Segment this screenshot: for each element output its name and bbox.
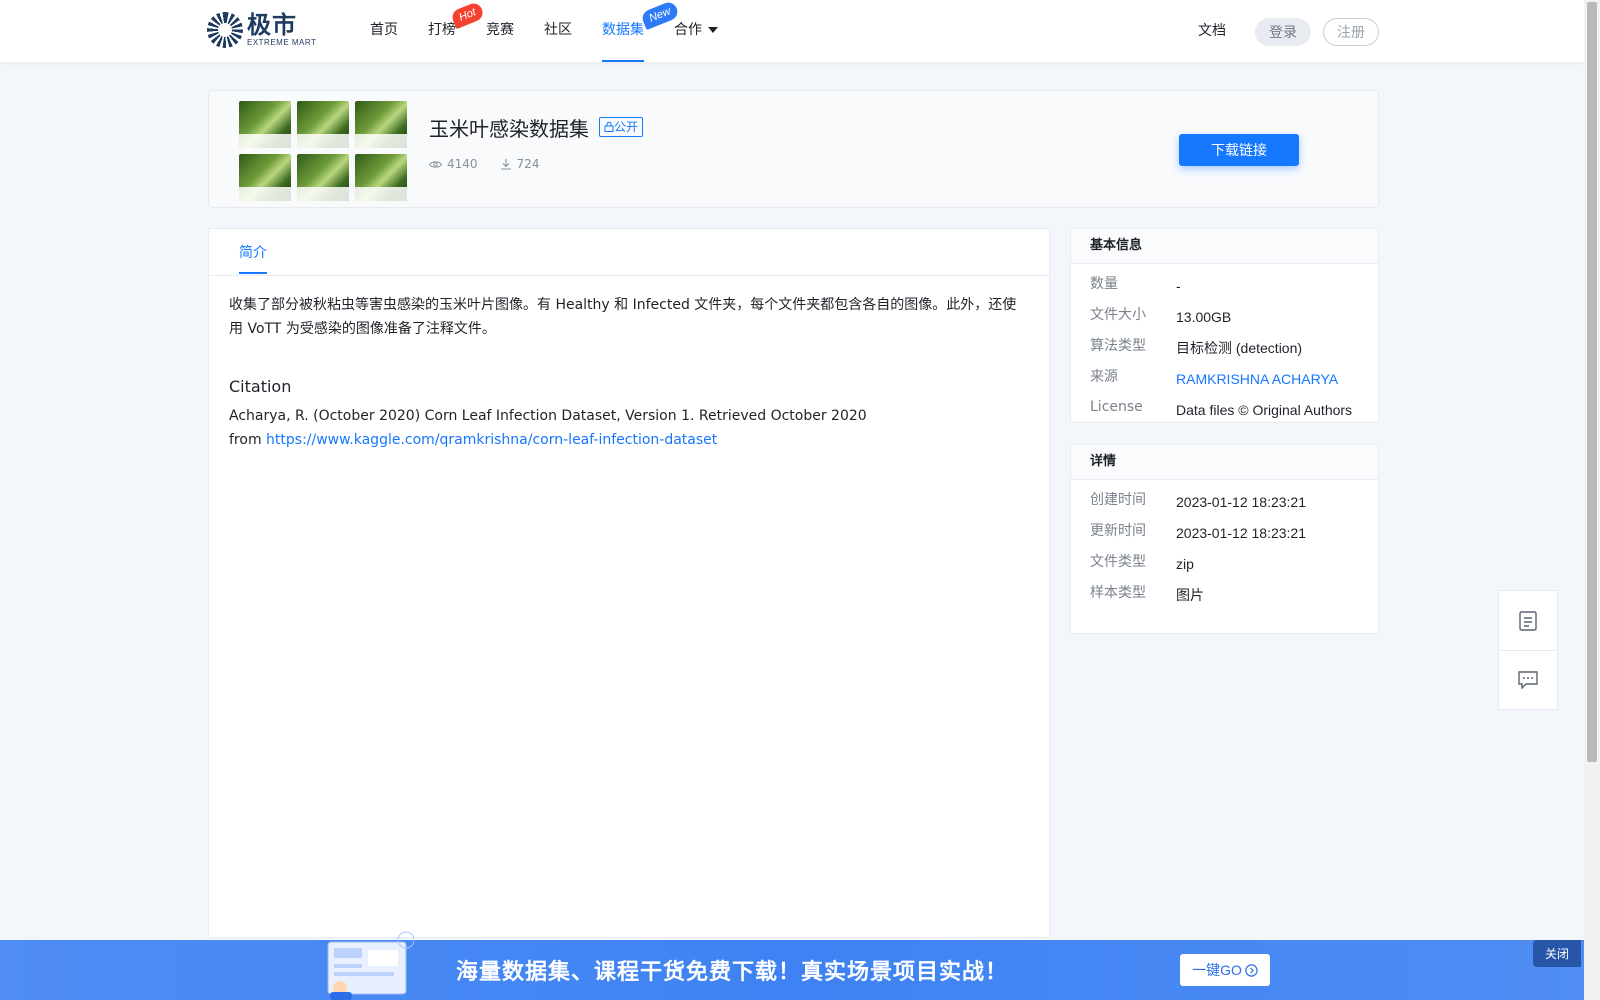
nav-competition[interactable]: 竞赛 [486, 0, 514, 62]
dataset-summary-card: 玉米叶感染数据集 公开 4140 724 下载链接 [208, 90, 1379, 208]
logo-text-cn: 极市 [247, 11, 297, 39]
detail-row-created: 创建时间 2023-01-12 18:23:21 [1090, 491, 1306, 510]
nav-leaderboard[interactable]: 打榜 Hot [428, 0, 486, 62]
view-count: 4140 [447, 157, 478, 171]
basic-info-heading: 基本信息 [1071, 229, 1378, 264]
citation-link[interactable]: https://www.kaggle.com/qramkrishna/corn-… [266, 432, 717, 448]
thumbnail-image[interactable] [239, 101, 291, 148]
tab-intro[interactable]: 简介 [239, 242, 267, 274]
document-button[interactable] [1499, 591, 1557, 650]
detail-row-sampletype: 样本类型 图片 [1090, 584, 1204, 603]
feedback-button[interactable] [1499, 650, 1557, 709]
promo-text: 海量数据集、课程干货免费下载！真实场景项目实战！ [456, 959, 1009, 985]
source-link[interactable]: RAMKRISHNA ACHARYA [1176, 371, 1338, 387]
docs-link[interactable]: 文档 [1198, 20, 1226, 40]
arrow-circle-icon [1245, 963, 1258, 977]
dataset-stats: 4140 724 [429, 157, 539, 171]
basic-info-card: 基本信息 数量 - 文件大小 13.00GB 算法类型 目标检测 (detection… [1070, 228, 1379, 423]
details-heading: 详情 [1071, 445, 1378, 480]
thumbnail-image[interactable] [355, 154, 407, 201]
scrollbar-thumb[interactable] [1587, 2, 1597, 762]
top-header: 极市 EXTREME MART 首页 打榜 Hot 竞赛 社区 数据集 New … [0, 0, 1584, 62]
intro-panel: 简介 收集了部分被秋粘虫等害虫感染的玉米叶片图像。有 Healthy 和 Inf… [208, 228, 1050, 938]
logo-icon [207, 12, 243, 48]
info-row-source: 来源 RAMKRISHNA ACHARYA [1090, 368, 1339, 387]
nav-cooperation[interactable]: 合作 [674, 0, 718, 62]
register-button[interactable]: 注册 [1323, 18, 1379, 46]
thumbnail-image[interactable] [355, 101, 407, 148]
download-link-button[interactable]: 下载链接 [1179, 134, 1299, 166]
thumbnail-image[interactable] [297, 101, 349, 148]
download-icon [500, 159, 511, 170]
feedback-icon [1518, 671, 1538, 689]
lock-icon [604, 121, 614, 132]
citation-text: Acharya, R. (October 2020) Corn Leaf Inf… [229, 408, 867, 448]
detail-row-filetype: 文件类型 zip [1090, 553, 1194, 572]
download-count: 724 [516, 157, 540, 171]
page-scrollbar[interactable] [1584, 0, 1600, 1000]
thumbnail-image[interactable] [297, 154, 349, 201]
login-button[interactable]: 登录 [1255, 18, 1311, 46]
logo-text-en: EXTREME MART [247, 38, 317, 47]
promo-illustration [327, 931, 414, 1000]
info-row-license: License Data files © Original Authors [1090, 398, 1353, 418]
eye-icon [429, 160, 442, 168]
info-row-size: 文件大小 13.00GB [1090, 306, 1232, 325]
promo-go-button[interactable]: 一键GO [1180, 954, 1270, 986]
details-card: 详情 创建时间 2023-01-12 18:23:21 更新时间 2023-01-1… [1070, 444, 1379, 634]
thumbnail-image[interactable] [239, 154, 291, 201]
logo[interactable]: 极市 EXTREME MART [207, 12, 316, 48]
chevron-down-icon [708, 27, 718, 33]
dataset-thumbnails [239, 101, 407, 201]
main-nav: 首页 打榜 Hot 竞赛 社区 数据集 New 合作 [370, 0, 748, 62]
info-row-algorithm: 算法类型 目标检测 (detection) [1090, 337, 1303, 356]
hot-badge: Hot [449, 0, 486, 30]
intro-tabs: 简介 [209, 229, 1049, 276]
citation-heading: Citation [229, 377, 292, 396]
promo-close-button[interactable]: 关闭 [1533, 940, 1581, 967]
dataset-title: 玉米叶感染数据集 [429, 117, 589, 141]
promo-banner: 海量数据集、课程干货免费下载！真实场景项目实战！ 一键GO 关闭 [0, 931, 1584, 1000]
nav-home[interactable]: 首页 [370, 0, 398, 62]
nav-community[interactable]: 社区 [544, 0, 572, 62]
dataset-description: 收集了部分被秋粘虫等害虫感染的玉米叶片图像。有 Healthy 和 Infect… [229, 297, 1017, 337]
info-row-count: 数量 - [1090, 275, 1181, 294]
floating-toolbar [1498, 590, 1558, 710]
nav-datasets[interactable]: 数据集 New [602, 0, 681, 62]
document-icon [1519, 610, 1537, 631]
detail-row-updated: 更新时间 2023-01-12 18:23:21 [1090, 522, 1306, 541]
visibility-tag: 公开 [599, 117, 644, 137]
